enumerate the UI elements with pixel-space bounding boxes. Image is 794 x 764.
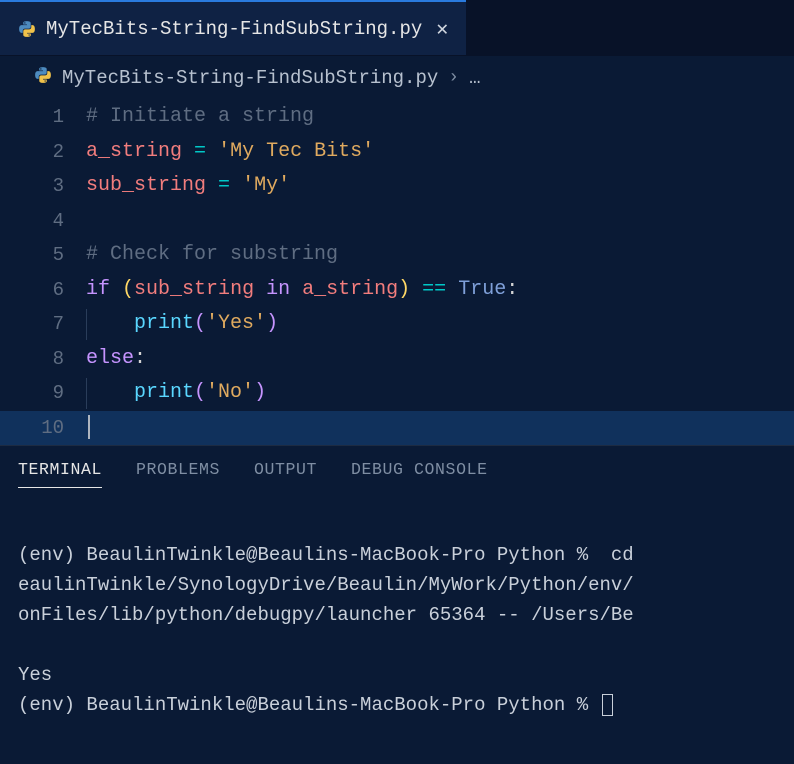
code-line[interactable]: 4 xyxy=(0,204,794,239)
code-line[interactable]: 9 print('No') xyxy=(0,376,794,411)
close-icon[interactable]: ✕ xyxy=(436,16,448,42)
code-line[interactable]: 7 print('Yes') xyxy=(0,307,794,342)
editor-tab[interactable]: MyTecBits-String-FindSubString.py ✕ xyxy=(0,0,466,55)
terminal-line: (env) BeaulinTwinkle@Beaulins-MacBook-Pr… xyxy=(18,540,776,570)
line-number: 4 xyxy=(0,204,86,239)
code-content: print('No') xyxy=(86,376,266,411)
code-content: print('Yes') xyxy=(86,307,278,342)
terminal-line: Yes xyxy=(18,660,776,690)
line-number: 2 xyxy=(0,135,86,170)
code-content: # Initiate a string xyxy=(86,100,314,135)
line-number: 1 xyxy=(0,100,86,135)
line-number: 3 xyxy=(0,169,86,204)
code-line[interactable]: 6if (sub_string in a_string) == True: xyxy=(0,273,794,308)
code-content: if (sub_string in a_string) == True: xyxy=(86,273,518,308)
chevron-right-icon: › xyxy=(448,68,459,88)
line-number: 7 xyxy=(0,307,86,342)
python-icon xyxy=(34,66,52,90)
line-number: 6 xyxy=(0,273,86,308)
code-content xyxy=(86,411,90,446)
code-line[interactable]: 3sub_string = 'My' xyxy=(0,169,794,204)
code-line[interactable]: 8else: xyxy=(0,342,794,377)
code-line[interactable]: 1# Initiate a string xyxy=(0,100,794,135)
panel-tab-output[interactable]: OUTPUT xyxy=(254,460,317,488)
editor-cursor xyxy=(88,415,90,439)
code-content: a_string = 'My Tec Bits' xyxy=(86,135,374,170)
breadcrumb-ellipsis[interactable]: … xyxy=(469,67,480,89)
code-editor[interactable]: 1# Initiate a string2a_string = 'My Tec … xyxy=(0,98,794,445)
panel-tab-terminal[interactable]: TERMINAL xyxy=(18,460,102,488)
terminal-line xyxy=(18,630,776,660)
code-line[interactable]: 10 xyxy=(0,411,794,446)
bottom-panel: TERMINAL PROBLEMS OUTPUT DEBUG CONSOLE (env… xyxy=(0,445,794,764)
panel-tabs: TERMINAL PROBLEMS OUTPUT DEBUG CONSOLE xyxy=(0,446,794,488)
vscode-window: MyTecBits-String-FindSubString.py ✕ MyTe… xyxy=(0,0,794,764)
terminal-cursor xyxy=(602,694,613,716)
terminal-output[interactable]: (env) BeaulinTwinkle@Beaulins-MacBook-Pr… xyxy=(0,488,794,764)
terminal-line: (env) BeaulinTwinkle@Beaulins-MacBook-Pr… xyxy=(18,690,776,720)
panel-tab-problems[interactable]: PROBLEMS xyxy=(136,460,220,488)
code-line[interactable]: 5# Check for substring xyxy=(0,238,794,273)
python-icon xyxy=(18,20,36,38)
code-line[interactable]: 2a_string = 'My Tec Bits' xyxy=(0,135,794,170)
breadcrumb-file[interactable]: MyTecBits-String-FindSubString.py xyxy=(62,67,438,89)
terminal-line xyxy=(18,510,776,540)
terminal-line: onFiles/lib/python/debugpy/launcher 6536… xyxy=(18,600,776,630)
tab-bar: MyTecBits-String-FindSubString.py ✕ xyxy=(0,0,794,56)
line-number: 5 xyxy=(0,238,86,273)
panel-tab-debug-console[interactable]: DEBUG CONSOLE xyxy=(351,460,488,488)
breadcrumb: MyTecBits-String-FindSubString.py › … xyxy=(0,56,794,98)
line-number: 8 xyxy=(0,342,86,377)
code-content: sub_string = 'My' xyxy=(86,169,290,204)
code-content: # Check for substring xyxy=(86,238,338,273)
terminal-line: eaulinTwinkle/SynologyDrive/Beaulin/MyWo… xyxy=(18,570,776,600)
tab-filename: MyTecBits-String-FindSubString.py xyxy=(46,18,422,40)
code-content: else: xyxy=(86,342,146,377)
line-number: 9 xyxy=(0,376,86,411)
line-number: 10 xyxy=(0,411,86,446)
